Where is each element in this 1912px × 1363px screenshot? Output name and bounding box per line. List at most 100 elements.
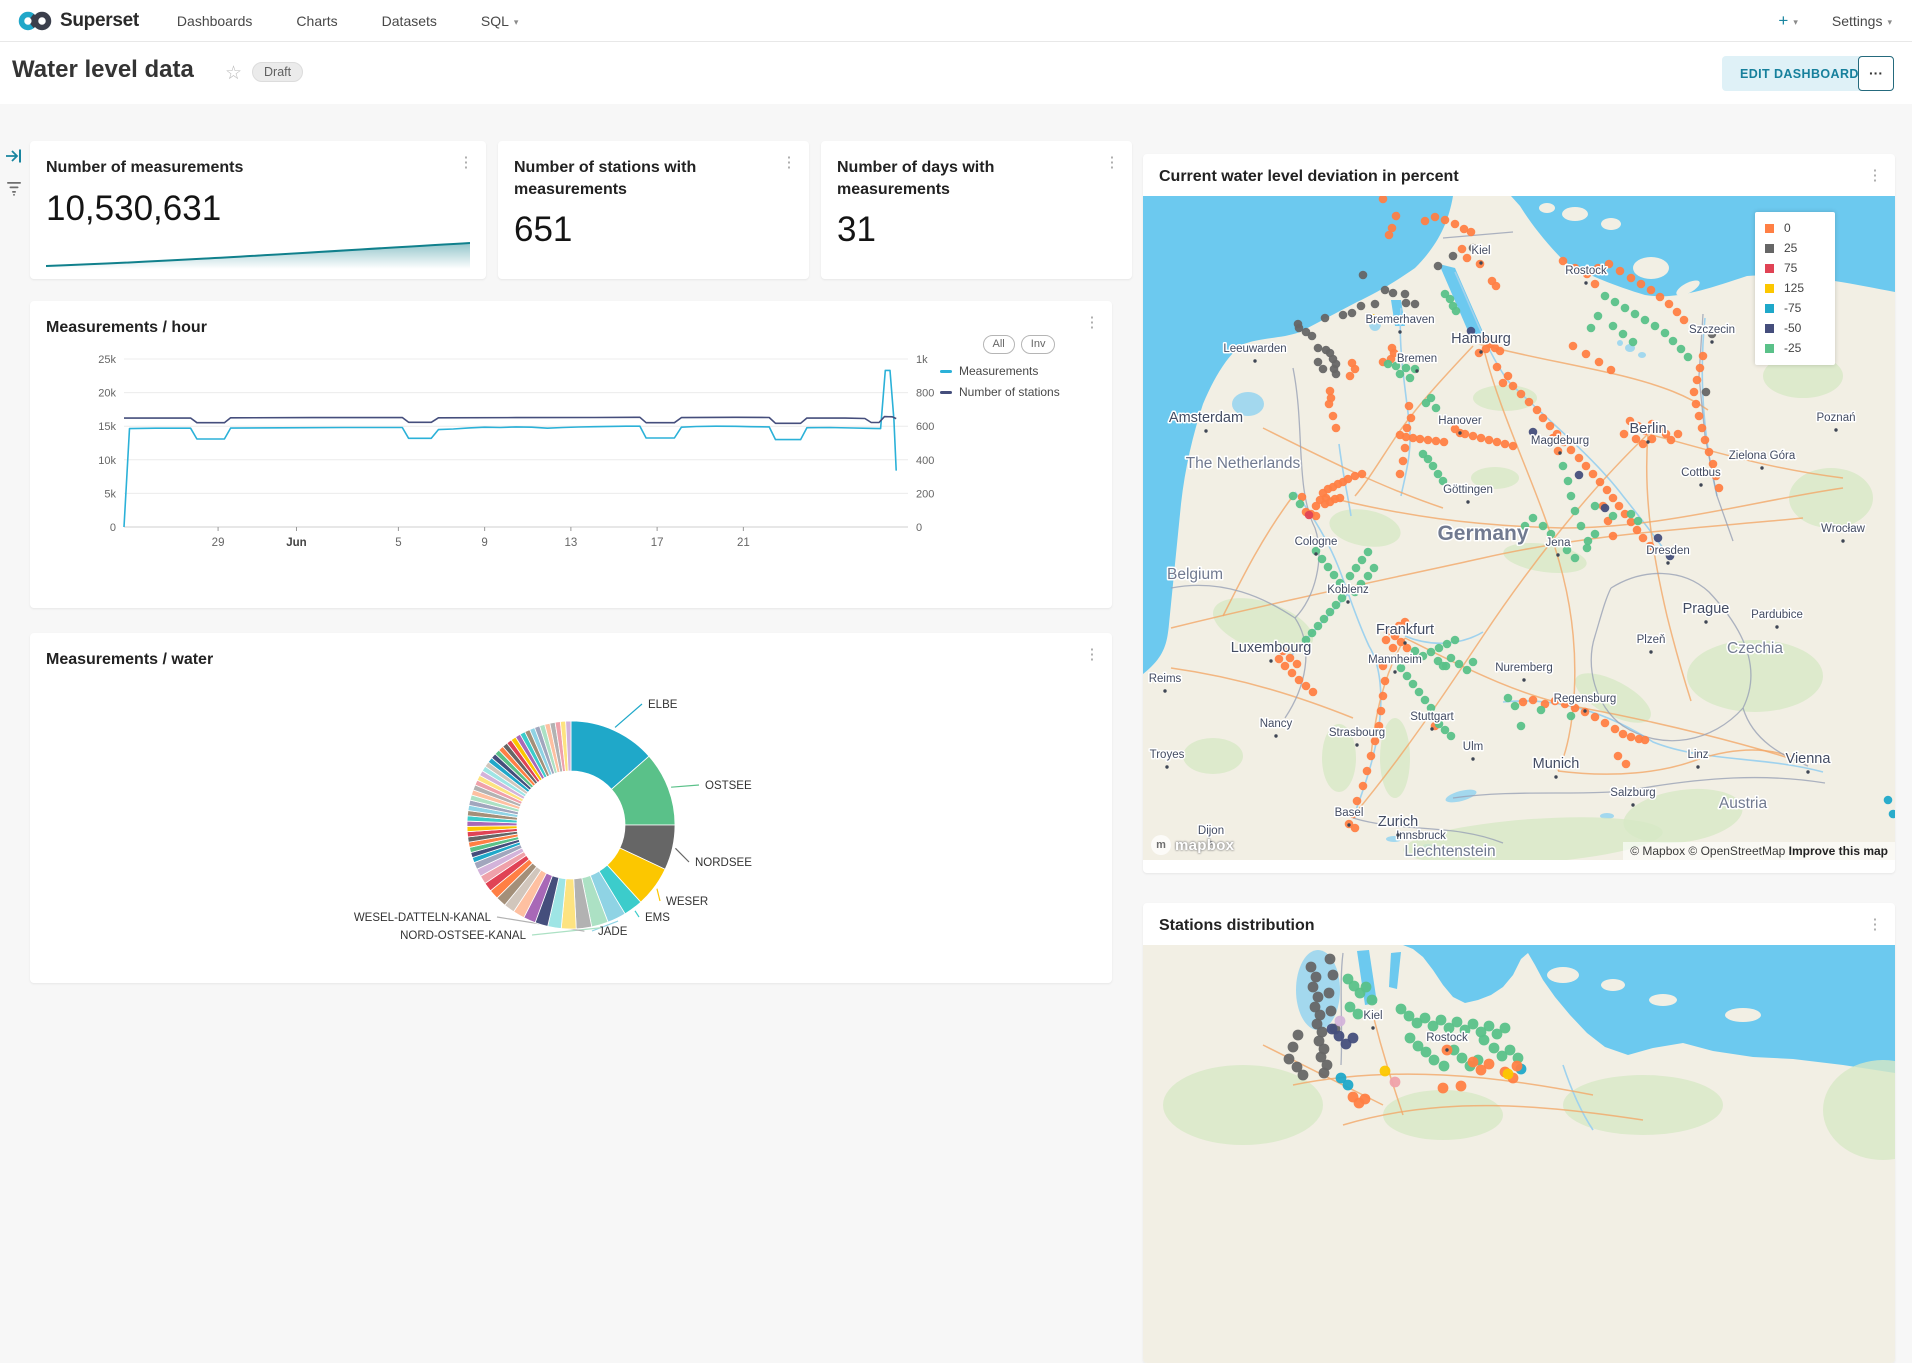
settings-menu[interactable]: Settings <box>1832 13 1892 29</box>
water-donut-card: Measurements / water ELBEOSTSEENORDSEEWE… <box>30 633 1112 983</box>
kebab-menu-icon[interactable] <box>1084 645 1100 665</box>
map-city-label: Bremen <box>1397 353 1437 365</box>
map-legend-item[interactable]: 0 <box>1765 221 1825 235</box>
station-dot <box>1701 436 1710 445</box>
nav-item-dashboards[interactable]: Dashboards <box>177 13 253 29</box>
svg-text:17: 17 <box>651 537 664 549</box>
map-canvas[interactable]: KielRostock <box>1143 945 1895 1363</box>
station-dot <box>1469 658 1478 667</box>
expand-filter-bar-button[interactable] <box>4 146 26 168</box>
station-dot <box>1405 1033 1416 1044</box>
map-legend-item[interactable]: -25 <box>1765 341 1825 355</box>
kebab-menu-icon[interactable] <box>458 153 474 173</box>
station-dot <box>1392 212 1401 221</box>
station-dot <box>1434 470 1443 479</box>
station-dot <box>1587 324 1596 333</box>
station-dot <box>1421 696 1430 705</box>
chart-title: Current water level deviation in percent <box>1159 166 1459 188</box>
station-dot <box>1296 500 1305 509</box>
stations-map-card: Stations distribution KielRostock <box>1143 903 1895 1363</box>
map-city-label: Göttingen <box>1443 484 1493 496</box>
legend-item-stations[interactable]: Number of stations <box>940 385 1098 399</box>
improve-map-link[interactable]: Improve this map <box>1789 844 1888 858</box>
station-dot <box>1517 390 1526 399</box>
new-item-button[interactable]: + <box>1778 11 1797 31</box>
svg-text:800: 800 <box>916 388 934 400</box>
station-dot <box>1641 316 1650 325</box>
station-dot <box>1313 992 1324 1003</box>
svg-text:29: 29 <box>212 537 225 549</box>
legend-item-measurements[interactable]: Measurements <box>940 364 1098 378</box>
station-dot <box>1284 1054 1295 1065</box>
filter-funnel-button[interactable] <box>4 178 26 200</box>
kebab-menu-icon[interactable] <box>1867 166 1883 186</box>
map-legend-item[interactable]: 125 <box>1765 281 1825 295</box>
kebab-menu-icon[interactable] <box>1867 915 1883 935</box>
nav-item-sql[interactable]: SQL <box>481 13 519 29</box>
station-dot <box>1429 1055 1440 1066</box>
station-dot <box>1463 666 1472 675</box>
station-dot <box>1607 366 1616 375</box>
svg-text:600: 600 <box>916 421 934 433</box>
legend-label: -50 <box>1784 321 1801 335</box>
station-dot <box>1427 394 1436 403</box>
station-dot <box>1601 292 1610 301</box>
map-city-label: Prague <box>1683 601 1730 617</box>
map-legend-item[interactable]: 75 <box>1765 261 1825 275</box>
station-dot <box>1295 676 1304 685</box>
legend-inv-button[interactable]: Inv <box>1021 335 1056 354</box>
kebab-menu-icon[interactable] <box>781 153 797 173</box>
map-legend-item[interactable]: 25 <box>1765 241 1825 255</box>
map-city-label: Kiel <box>1471 245 1490 257</box>
station-dot <box>1432 437 1441 446</box>
superset-logo[interactable]: Superset <box>18 10 139 32</box>
station-dot <box>1611 725 1620 734</box>
favorite-star-icon[interactable]: ☆ <box>225 62 242 85</box>
mapbox-logo[interactable]: m mapbox <box>1151 835 1234 855</box>
kebab-menu-icon[interactable] <box>1104 153 1120 173</box>
station-dot <box>1346 372 1355 381</box>
station-dot <box>1594 312 1603 321</box>
station-dot <box>1661 329 1670 338</box>
station-dot <box>1451 636 1460 645</box>
kebab-menu-icon[interactable] <box>1084 313 1100 333</box>
map-attribution: © Mapbox © OpenStreetMap Improve this ma… <box>1623 842 1895 860</box>
legend-all-button[interactable]: All <box>983 335 1015 354</box>
series-line <box>124 370 896 527</box>
station-dot <box>1439 1061 1450 1072</box>
stations-map[interactable]: KielRostock <box>1143 945 1895 1363</box>
station-dot <box>1705 448 1714 457</box>
station-dot <box>1335 1016 1346 1027</box>
edit-dashboard-button[interactable]: EDIT DASHBOARD <box>1722 56 1877 91</box>
station-dot <box>1416 435 1425 444</box>
map-legend-item[interactable]: -50 <box>1765 321 1825 335</box>
station-dot <box>1884 796 1893 805</box>
station-dot <box>1591 280 1600 289</box>
station-dot <box>1314 622 1323 631</box>
map-city-label: Belgium <box>1167 566 1223 583</box>
station-dot <box>1329 412 1338 421</box>
station-dot <box>1402 299 1411 308</box>
station-dot <box>1319 1068 1330 1079</box>
station-dot <box>1619 730 1628 739</box>
station-dot <box>1673 308 1682 317</box>
station-dot <box>1458 245 1467 254</box>
station-dot <box>1339 311 1348 320</box>
station-dot <box>1399 457 1408 466</box>
map-city-label: Cottbus <box>1681 467 1721 479</box>
legend-label: 125 <box>1784 281 1804 295</box>
station-dot <box>1469 432 1478 441</box>
donut-label: NORD-OSTSEE-KANAL <box>400 930 526 942</box>
map-city-label: Kiel <box>1363 1010 1382 1022</box>
map-legend-item[interactable]: -75 <box>1765 301 1825 315</box>
station-dot <box>1611 298 1620 307</box>
nav-item-charts[interactable]: Charts <box>296 13 337 29</box>
mapbox-logo-icon: m <box>1151 835 1171 855</box>
station-dot <box>1656 293 1665 302</box>
nav-item-datasets[interactable]: Datasets <box>382 13 437 29</box>
nav-right: + Settings <box>1778 11 1892 31</box>
station-dot <box>1431 213 1440 222</box>
svg-text:5: 5 <box>395 537 401 549</box>
station-dot <box>1364 572 1373 581</box>
dashboard-more-button[interactable]: ··· <box>1858 56 1894 91</box>
